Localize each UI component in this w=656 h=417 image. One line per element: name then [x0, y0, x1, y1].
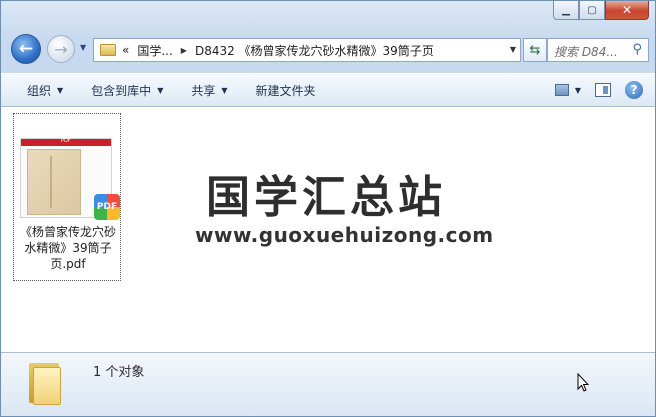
forward-arrow-icon: → [54, 39, 68, 59]
item-count: 1 个对象 [93, 365, 145, 380]
search-placeholder: 搜索 D84... [554, 45, 618, 59]
back-arrow-icon: ← [18, 39, 34, 59]
navigation-bar: ← → ▼ « 国学... ▶ D8432 《杨曾家传龙穴砂水精微》39筒子页 … [9, 31, 649, 67]
folder-icon [100, 44, 116, 56]
chevron-down-icon: ▼ [57, 85, 64, 95]
explorer-window: ▁ ▢ ✕ ← → ▼ « 国学... ▶ D8432 《杨曾家传龙穴砂水精微》… [0, 0, 656, 417]
back-button[interactable]: ← [11, 34, 41, 64]
minimize-button[interactable]: ▁ [553, 1, 579, 20]
search-input[interactable]: 搜索 D84... ⚲ [547, 38, 649, 62]
pdf-icon: PDF [94, 194, 120, 220]
breadcrumb-chevron-icon[interactable]: ▶ [181, 46, 187, 55]
caption-buttons: ▁ ▢ ✕ [553, 1, 649, 21]
view-dropdown-icon[interactable]: ▼ [575, 86, 581, 95]
vertical-scrollbar[interactable] [641, 107, 655, 352]
breadcrumb-overflow[interactable]: « [122, 43, 129, 57]
refresh-icon: ⇆ [529, 42, 541, 58]
watermark-title: 国学汇总站 [206, 172, 446, 223]
chevron-down-icon: ▼ [221, 85, 228, 95]
file-list: PDF PDF 《杨曾家传龙穴砂水精微》39筒子页.pdf 国学汇总站 www.… [1, 107, 655, 352]
share-menu[interactable]: 共享 ▼ [177, 74, 241, 106]
file-item[interactable]: PDF PDF 《杨曾家传龙穴砂水精微》39筒子页.pdf [13, 113, 121, 281]
include-in-library-menu[interactable]: 包含到库中 ▼ [77, 74, 177, 106]
recent-pages-dropdown[interactable]: ▼ [80, 43, 86, 52]
breadcrumb-item-parent[interactable]: 国学... [137, 42, 172, 59]
thumbnail-header-label: PDF [61, 138, 71, 144]
new-folder-button[interactable]: 新建文件夹 [242, 74, 330, 106]
details-pane: 1 个对象 [1, 352, 655, 416]
chevron-down-icon: ▼ [157, 85, 164, 95]
maximize-button[interactable]: ▢ [579, 1, 605, 20]
folder-icon [29, 359, 63, 407]
breadcrumb-item-current[interactable]: D8432 《杨曾家传龙穴砂水精微》39筒子页 [195, 42, 434, 59]
organize-label: 组织 [27, 83, 52, 98]
search-icon[interactable]: ⚲ [632, 42, 642, 57]
watermark-url: www.guoxuehuizong.com [195, 223, 494, 247]
close-button[interactable]: ✕ [605, 1, 649, 20]
address-dropdown-icon[interactable]: ▼ [510, 45, 516, 54]
forward-button[interactable]: → [47, 35, 75, 63]
view-controls: ▼ ? [554, 81, 643, 99]
share-label: 共享 [191, 83, 216, 98]
preview-pane-icon[interactable] [595, 83, 611, 97]
help-icon[interactable]: ? [625, 81, 643, 99]
change-view-icon[interactable] [554, 84, 569, 96]
new-folder-label: 新建文件夹 [255, 83, 316, 98]
pdf-badge-label: PDF [96, 202, 118, 212]
address-bar[interactable]: « 国学... ▶ D8432 《杨曾家传龙穴砂水精微》39筒子页 ▼ [93, 38, 521, 62]
file-name[interactable]: 《杨曾家传龙穴砂水精微》39筒子页.pdf [16, 224, 120, 272]
refresh-button[interactable]: ⇆ [523, 38, 547, 62]
scanned-page-image [27, 149, 81, 215]
include-in-library-label: 包含到库中 [91, 83, 152, 98]
mouse-cursor-icon [577, 373, 589, 392]
command-bar: 组织 ▼ 包含到库中 ▼ 共享 ▼ 新建文件夹 ▼ ? [1, 73, 655, 107]
thumbnail-header: PDF [21, 138, 111, 146]
organize-menu[interactable]: 组织 ▼ [1, 74, 77, 106]
